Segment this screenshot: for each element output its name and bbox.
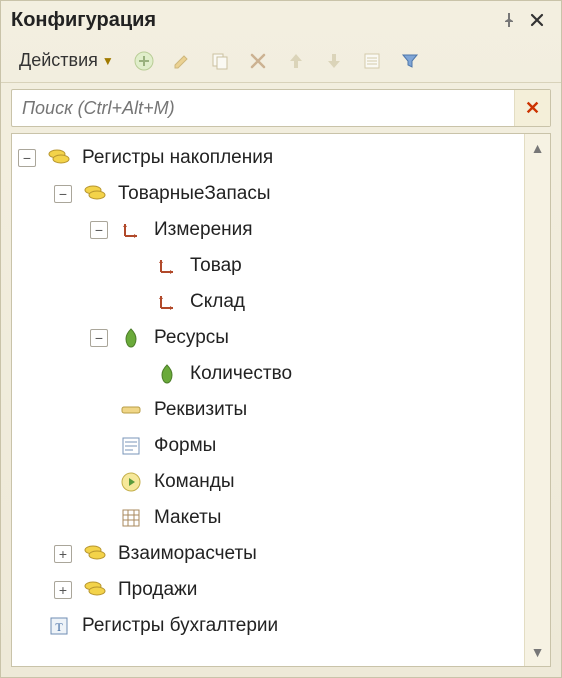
dimension-icon bbox=[118, 217, 144, 243]
config-tree[interactable]: − Регистры накопления − ТоварныеЗапасы −… bbox=[12, 134, 524, 666]
command-icon bbox=[118, 469, 144, 495]
tree-label: Склад bbox=[190, 291, 245, 313]
tree-label: ТоварныеЗапасы bbox=[118, 183, 270, 205]
titlebar: Конфигурация bbox=[1, 1, 561, 39]
tree-label: Продажи bbox=[118, 579, 197, 601]
resource-icon bbox=[118, 325, 144, 351]
tree-node-forms[interactable]: · Формы bbox=[18, 428, 520, 464]
template-icon bbox=[118, 505, 144, 531]
minus-icon[interactable]: − bbox=[54, 185, 72, 203]
filter-button[interactable] bbox=[394, 45, 426, 77]
triangle-up-icon: ▲ bbox=[531, 140, 545, 156]
copy-button[interactable] bbox=[204, 45, 236, 77]
copy-icon bbox=[210, 51, 230, 71]
plus-icon[interactable]: + bbox=[54, 545, 72, 563]
pin-button[interactable] bbox=[495, 6, 523, 34]
minus-icon[interactable]: − bbox=[90, 329, 108, 347]
tree-node-templates[interactable]: · Макеты bbox=[18, 500, 520, 536]
search-bar: ✕ bbox=[11, 89, 551, 127]
tree-label: Количество bbox=[190, 363, 292, 385]
tree-label: Товар bbox=[190, 255, 242, 277]
list-icon bbox=[362, 51, 382, 71]
pencil-icon bbox=[172, 51, 192, 71]
vertical-scrollbar[interactable]: ▲ ▼ bbox=[524, 134, 550, 666]
register-accumulation-icon bbox=[82, 541, 108, 567]
dimension-icon bbox=[154, 253, 180, 279]
config-window: Конфигурация Действия ▼ bbox=[0, 0, 562, 678]
attribute-icon bbox=[118, 397, 144, 423]
sort-button[interactable] bbox=[356, 45, 388, 77]
tree-node-prodazhi[interactable]: + Продажи bbox=[18, 572, 520, 608]
minus-icon[interactable]: − bbox=[18, 149, 36, 167]
resource-icon bbox=[154, 361, 180, 387]
tree-label: Реквизиты bbox=[154, 399, 247, 421]
actions-label: Действия bbox=[19, 50, 98, 71]
dimension-icon bbox=[154, 289, 180, 315]
tree-label: Макеты bbox=[154, 507, 221, 529]
tree-node-commands[interactable]: · Команды bbox=[18, 464, 520, 500]
actions-menu-button[interactable]: Действия ▼ bbox=[11, 46, 122, 76]
move-up-button[interactable] bbox=[280, 45, 312, 77]
close-icon bbox=[529, 12, 545, 28]
chevron-down-icon: ▼ bbox=[102, 54, 114, 68]
tree-label: Регистры бухгалтерии bbox=[82, 615, 278, 637]
toolbar: Действия ▼ bbox=[1, 39, 561, 83]
minus-icon[interactable]: − bbox=[90, 221, 108, 239]
add-button[interactable] bbox=[128, 45, 160, 77]
triangle-down-icon: ▼ bbox=[531, 644, 545, 660]
pin-icon bbox=[502, 13, 516, 27]
scroll-up-button[interactable]: ▲ bbox=[526, 136, 550, 160]
window-title: Конфигурация bbox=[11, 9, 156, 32]
register-accumulation-icon bbox=[82, 181, 108, 207]
tree-node-tovar[interactable]: · Товар bbox=[18, 248, 520, 284]
tree-node-accumulation-registers[interactable]: − Регистры накопления bbox=[18, 140, 520, 176]
tree-node-kolichestvo[interactable]: · Количество bbox=[18, 356, 520, 392]
tree-node-resources[interactable]: − Ресурсы bbox=[18, 320, 520, 356]
register-accounting-icon: T bbox=[46, 613, 72, 639]
funnel-icon bbox=[400, 51, 420, 71]
plus-icon bbox=[134, 51, 154, 71]
edit-button[interactable] bbox=[166, 45, 198, 77]
delete-button[interactable] bbox=[242, 45, 274, 77]
plus-icon[interactable]: + bbox=[54, 581, 72, 599]
tree-panel: − Регистры накопления − ТоварныеЗапасы −… bbox=[11, 133, 551, 667]
arrow-down-icon bbox=[324, 51, 344, 71]
tree-node-tovarnye-zapasy[interactable]: − ТоварныеЗапасы bbox=[18, 176, 520, 212]
move-down-button[interactable] bbox=[318, 45, 350, 77]
tree-node-vzaimoraschety[interactable]: + Взаиморасчеты bbox=[18, 536, 520, 572]
tree-label: Команды bbox=[154, 471, 235, 493]
tree-node-accounting-registers[interactable]: · T Регистры бухгалтерии bbox=[18, 608, 520, 644]
close-button[interactable] bbox=[523, 6, 551, 34]
tree-node-attributes[interactable]: · Реквизиты bbox=[18, 392, 520, 428]
tree-label: Формы bbox=[154, 435, 216, 457]
search-clear-button[interactable]: ✕ bbox=[514, 90, 550, 126]
register-accumulation-icon bbox=[82, 577, 108, 603]
tree-label: Ресурсы bbox=[154, 327, 229, 349]
tree-node-dimensions[interactable]: − Измерения bbox=[18, 212, 520, 248]
scroll-down-button[interactable]: ▼ bbox=[526, 640, 550, 664]
search-input[interactable] bbox=[12, 98, 514, 119]
clear-x-icon: ✕ bbox=[525, 98, 540, 119]
tree-label: Взаиморасчеты bbox=[118, 543, 257, 565]
svg-text:T: T bbox=[55, 620, 63, 634]
delete-icon bbox=[249, 52, 267, 70]
tree-node-sklad[interactable]: · Склад bbox=[18, 284, 520, 320]
tree-label: Регистры накопления bbox=[82, 147, 273, 169]
arrow-up-icon bbox=[286, 51, 306, 71]
form-icon bbox=[118, 433, 144, 459]
tree-label: Измерения bbox=[154, 219, 253, 241]
register-accumulation-icon bbox=[46, 145, 72, 171]
